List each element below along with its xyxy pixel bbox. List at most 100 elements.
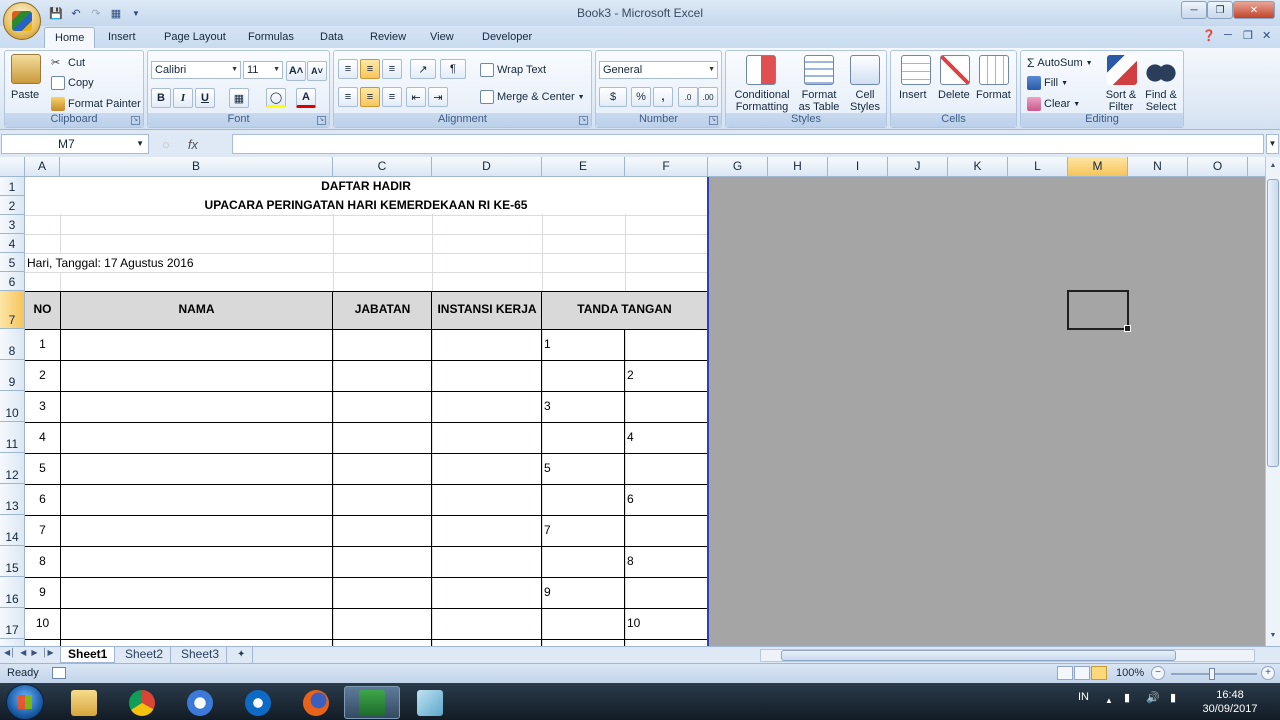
page-layout-view-icon[interactable] bbox=[1074, 666, 1090, 680]
minimize-button[interactable]: ─ bbox=[1181, 1, 1207, 19]
column-header[interactable]: F bbox=[625, 157, 708, 177]
column-header[interactable]: E bbox=[542, 157, 625, 177]
font-launcher-icon[interactable]: ↘ bbox=[317, 116, 326, 125]
taskbar-chrome-2[interactable] bbox=[172, 686, 228, 719]
prev-sheet-icon[interactable]: ◀ bbox=[20, 648, 26, 657]
clipboard-launcher-icon[interactable]: ↘ bbox=[131, 116, 140, 125]
row-header[interactable] bbox=[0, 639, 25, 646]
tab-page-layout[interactable]: Page Layout bbox=[154, 27, 236, 48]
sign-number[interactable]: 9 bbox=[544, 585, 551, 599]
autosum-button[interactable]: Σ AutoSum ▼ bbox=[1027, 56, 1093, 70]
percent-button[interactable]: % bbox=[631, 87, 651, 107]
wrap-text-button[interactable]: Wrap Text bbox=[480, 63, 546, 77]
taskbar-explorer[interactable] bbox=[56, 686, 112, 719]
sheet-area[interactable]: DAFTAR HADIR UPACARA PERINGATAN HARI KEM… bbox=[25, 177, 707, 646]
power-icon[interactable]: ▮ bbox=[1124, 691, 1130, 704]
vertical-scrollbar[interactable]: ▲ ▼ bbox=[1265, 157, 1280, 646]
page-break-preview-icon[interactable] bbox=[1091, 666, 1107, 680]
sort-filter-button[interactable]: Sort & Filter bbox=[1101, 89, 1141, 113]
conditional-formatting-button[interactable]: Conditional Formatting bbox=[730, 89, 794, 113]
currency-icon[interactable]: $ bbox=[599, 87, 627, 107]
column-header[interactable]: L bbox=[1008, 157, 1068, 177]
zoom-slider-thumb[interactable] bbox=[1209, 668, 1215, 680]
fill-button[interactable]: Fill ▼ bbox=[1027, 76, 1068, 90]
sign-number[interactable]: 5 bbox=[544, 461, 551, 475]
row-header[interactable]: 11 bbox=[0, 422, 25, 453]
align-right-icon[interactable]: ≡ bbox=[382, 87, 402, 107]
align-bottom-icon[interactable]: ≡ bbox=[382, 59, 402, 79]
taskbar-excel[interactable] bbox=[344, 686, 400, 719]
row-header[interactable]: 13 bbox=[0, 484, 25, 515]
zoom-out-icon[interactable]: − bbox=[1151, 666, 1165, 680]
align-top-icon[interactable]: ≡ bbox=[338, 59, 358, 79]
row-header[interactable]: 8 bbox=[0, 329, 25, 360]
active-cell-m7[interactable] bbox=[1067, 290, 1131, 332]
align-middle-icon[interactable]: ≡ bbox=[360, 59, 380, 79]
cut-button[interactable]: ✂ Cut bbox=[51, 56, 85, 70]
cell-styles-button[interactable]: Cell Styles bbox=[845, 89, 885, 113]
insert-function-button[interactable]: fx bbox=[188, 137, 198, 152]
row-header[interactable]: 16 bbox=[0, 577, 25, 608]
sign-number[interactable]: 10 bbox=[627, 616, 640, 630]
tab-home[interactable]: Home bbox=[44, 27, 96, 48]
tab-data[interactable]: Data bbox=[310, 27, 353, 48]
language-indicator[interactable]: IN bbox=[1078, 691, 1089, 703]
header-no[interactable]: NO bbox=[25, 302, 60, 316]
underline-button[interactable]: U bbox=[195, 88, 215, 108]
paste-icon[interactable] bbox=[11, 54, 41, 84]
delete-cells-icon[interactable] bbox=[940, 55, 970, 85]
taskbar-teamviewer[interactable] bbox=[230, 686, 286, 719]
taskbar-chrome[interactable] bbox=[114, 686, 170, 719]
format-cells-icon[interactable] bbox=[979, 55, 1009, 85]
font-size-select[interactable]: 11 ▼ bbox=[243, 61, 283, 79]
sheet-tab-sheet3[interactable]: Sheet3 bbox=[174, 647, 228, 663]
sheet-subtitle[interactable]: UPACARA PERINGATAN HARI KEMERDEKAAN RI K… bbox=[25, 198, 707, 212]
find-select-button[interactable]: Find & Select bbox=[1141, 89, 1181, 113]
column-header[interactable]: C bbox=[333, 157, 432, 177]
align-center-icon[interactable]: ≡ bbox=[360, 87, 380, 107]
format-cells-button[interactable]: Format bbox=[976, 89, 1011, 101]
row-header[interactable]: 1 bbox=[0, 177, 25, 196]
row-no[interactable]: 2 bbox=[25, 368, 60, 382]
start-button[interactable] bbox=[6, 684, 44, 720]
tab-view[interactable]: View bbox=[420, 27, 464, 48]
decrease-indent-icon[interactable]: ⇤ bbox=[406, 87, 426, 107]
zoom-in-icon[interactable]: + bbox=[1261, 666, 1275, 680]
row-no[interactable]: 4 bbox=[25, 430, 60, 444]
row-header[interactable]: 15 bbox=[0, 546, 25, 577]
row-no[interactable]: 8 bbox=[25, 554, 60, 568]
column-header[interactable]: J bbox=[888, 157, 948, 177]
header-nama[interactable]: NAMA bbox=[60, 302, 333, 316]
first-sheet-icon[interactable]: ◀│ bbox=[4, 648, 15, 657]
row-header[interactable]: 5 bbox=[0, 253, 25, 272]
number-launcher-icon[interactable]: ↘ bbox=[709, 116, 718, 125]
column-header[interactable]: B bbox=[60, 157, 333, 177]
tab-formulas[interactable]: Formulas bbox=[238, 27, 304, 48]
column-header[interactable]: I bbox=[828, 157, 888, 177]
orientation-icon[interactable]: ↗ bbox=[410, 59, 436, 79]
ribbon-minimize-icon[interactable]: ─ bbox=[1224, 29, 1232, 41]
row-header[interactable]: 14 bbox=[0, 515, 25, 546]
column-header[interactable]: N bbox=[1128, 157, 1188, 177]
sheet-tab-sheet2[interactable]: Sheet2 bbox=[118, 647, 172, 663]
shrink-font-button[interactable]: A˅ bbox=[307, 61, 327, 81]
fill-color-icon[interactable]: ◯ bbox=[266, 88, 286, 108]
sort-filter-icon[interactable] bbox=[1107, 55, 1137, 85]
ribbon-restore-icon[interactable]: ❐ bbox=[1243, 29, 1253, 42]
row-header[interactable]: 12 bbox=[0, 453, 25, 484]
select-all-button[interactable] bbox=[0, 157, 25, 177]
sheet-title[interactable]: DAFTAR HADIR bbox=[25, 179, 707, 193]
last-sheet-icon[interactable]: │▶ bbox=[42, 648, 53, 657]
italic-button[interactable]: I bbox=[173, 88, 193, 108]
zoom-level[interactable]: 100% bbox=[1116, 667, 1144, 679]
cell-styles-icon[interactable] bbox=[850, 55, 880, 85]
number-format-select[interactable]: General ▼ bbox=[599, 61, 718, 79]
sign-number[interactable]: 2 bbox=[627, 368, 634, 382]
row-no[interactable]: 3 bbox=[25, 399, 60, 413]
row-header[interactable]: 2 bbox=[0, 196, 25, 215]
format-painter-button[interactable]: Format Painter bbox=[51, 97, 141, 111]
font-name-select[interactable]: Calibri ▼ bbox=[151, 61, 241, 79]
taskbar-app[interactable] bbox=[402, 686, 458, 719]
horizontal-scrollbar[interactable] bbox=[760, 649, 1255, 662]
row-header[interactable]: 3 bbox=[0, 215, 25, 234]
